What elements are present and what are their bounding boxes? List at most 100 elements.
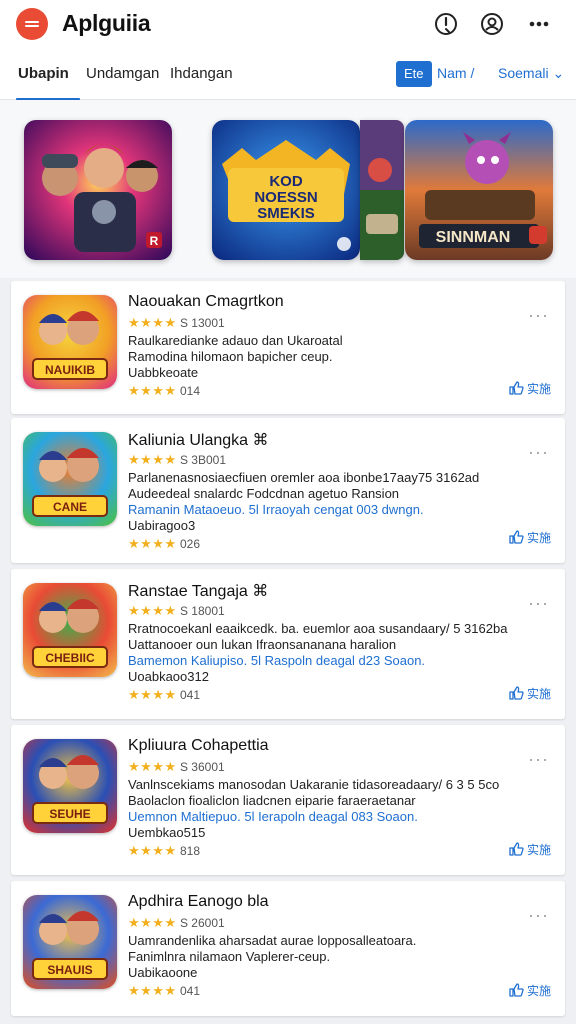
app-description-line: Fanimlnra nilamaon Vaplerer-ceup. <box>128 949 331 964</box>
rating-stars: ★★★★ <box>128 603 177 618</box>
app-description-line: Uamrandenlika aharsadat aurae lopposalle… <box>128 933 417 948</box>
rating-stars: ★★★★ <box>128 843 177 858</box>
app-card[interactable]: SHAUIS Apdhira Eanogo bla ★★★★ S 26001 ··· U… <box>11 881 565 1016</box>
svg-text:KOD: KOD <box>269 173 303 190</box>
add-label: 实施 <box>526 382 551 396</box>
app-rating: ★★★★ S 3B001 <box>128 452 226 468</box>
app-review-count: ★★★★ 014 <box>128 383 200 399</box>
app-review-count: ★★★★ 026 <box>128 536 200 552</box>
featured-tile-2[interactable]: KOD NOESSN SMEKIS <box>212 120 360 260</box>
app-card[interactable]: CHEBIIC Ranstae Tangaja ⌘ ★★★★ S 18001 ··· R… <box>11 569 565 719</box>
app-promo-line: Uemnon Maltiepuo. 5l Ierapoln deagal 083… <box>128 809 418 824</box>
svg-text:SMEKIS: SMEKIS <box>257 205 315 222</box>
app-description-line: Vanlnscekiams manosodan Uakaranie tidaso… <box>128 777 500 792</box>
app-description-line: Ramodina hilomaon bapicher ceup. <box>128 349 333 364</box>
add-to-wishlist-button[interactable]: 实施 <box>508 529 551 546</box>
category-dropdown[interactable]: Soemali ⌄ <box>498 65 564 82</box>
add-to-wishlist-button[interactable]: 实施 <box>508 841 551 858</box>
app-description-line: Baolaclon fioaliclon liadcnen eiparie fa… <box>128 793 416 808</box>
app-card[interactable]: SEUHE Kpliuura Cohapettia ★★★★ S 36001 ··· V… <box>11 725 565 875</box>
rating-stars: ★★★★ <box>128 383 177 398</box>
thumbs-up-icon <box>509 983 524 997</box>
sort-link[interactable]: Nam / <box>437 65 474 81</box>
menu-line <box>25 21 39 23</box>
thumbs-up-icon <box>509 530 524 544</box>
app-description-line: Parlanenasnosiaecfiuen oremler aoa ibonb… <box>128 470 480 485</box>
svg-text:NOESSN: NOESSN <box>254 189 317 206</box>
rating-text: S 26001 <box>179 916 225 930</box>
featured-tile-peek[interactable] <box>360 120 404 260</box>
app-rating: ★★★★ S 36001 <box>128 759 225 775</box>
app-icon[interactable]: NAUIKIB <box>23 295 117 389</box>
rating-stars: ★★★★ <box>128 315 177 330</box>
app-icon-label: CANE <box>53 500 87 514</box>
rating-text: S 18001 <box>179 604 225 618</box>
app-card[interactable]: CANE Kaliunia Ulangka ⌘ ★★★★ S 3B001 ··· Par… <box>11 418 565 563</box>
more-options-icon[interactable]: ··· <box>528 305 549 326</box>
app-card[interactable]: NAUIKIB Naouakan Cmagrtkon ★★★★ S 13001 ···… <box>11 281 565 414</box>
app-rating: ★★★★ S 26001 <box>128 915 225 931</box>
app-description-line: Rratnocoekanl eaaikcedk. ba. euemlor aoa… <box>128 621 508 636</box>
app-rating: ★★★★ S 13001 <box>128 315 225 331</box>
tab-ubapin[interactable]: Ubapin <box>18 65 69 82</box>
filter-button[interactable]: Ete <box>396 61 432 87</box>
add-label: 实施 <box>526 531 551 545</box>
rating-text: S 36001 <box>179 760 225 774</box>
review-count-text: 026 <box>179 537 200 551</box>
menu-button[interactable] <box>16 8 48 40</box>
thumbs-up-icon <box>509 842 524 856</box>
rating-stars: ★★★★ <box>128 452 177 467</box>
add-label: 实施 <box>526 687 551 701</box>
app-description-line: Audeedeal snalardc Fodcdnan agetuo Ransi… <box>128 486 400 501</box>
more-icon[interactable] <box>526 11 552 37</box>
add-to-wishlist-button[interactable]: 实施 <box>508 982 551 999</box>
rating-stars: ★★★★ <box>128 536 177 551</box>
rating-stars: ★★★★ <box>128 759 177 774</box>
app-icon[interactable]: SEUHE <box>23 739 117 833</box>
app-icon-label: CHEBIIC <box>45 651 95 665</box>
featured-tile-1[interactable]: R <box>24 120 172 260</box>
tab-undamgan[interactable]: Undamgan <box>86 65 159 82</box>
featured-tile-1-badge: R <box>150 234 159 248</box>
app-title[interactable]: Kaliunia Ulangka ⌘ <box>128 430 269 450</box>
account-icon[interactable] <box>479 11 505 37</box>
featured-tile-3-title: SINNMAN <box>436 229 511 246</box>
app-promo-line: Bamemon Kaliupiso. 5l Raspoln deagal d23… <box>128 653 426 668</box>
app-icon-label: SHAUIS <box>47 963 92 977</box>
add-to-wishlist-button[interactable]: 实施 <box>508 380 551 397</box>
app-icon[interactable]: CANE <box>23 432 117 526</box>
tab-bar: Ubapin Undamgan Ihdangan Ete Nam / Soema… <box>0 48 576 101</box>
app-review-count: ★★★★ 041 <box>128 983 200 999</box>
more-options-icon[interactable]: ··· <box>528 749 549 770</box>
app-description-line: Uabbkeoate <box>128 365 199 380</box>
more-options-icon[interactable]: ··· <box>528 905 549 926</box>
add-label: 实施 <box>526 984 551 998</box>
featured-tile-3[interactable]: SINNMAN <box>405 120 553 260</box>
app-description-line: Uoabkaoo312 <box>128 669 209 684</box>
app-description-line: Uabikaoone <box>128 965 198 980</box>
app-title[interactable]: Ranstae Tangaja ⌘ <box>128 581 268 601</box>
app-description-line: Uembkao515 <box>128 825 206 840</box>
app-description-line: Uattanooer oun lukan Ifraonsananana hara… <box>128 637 397 652</box>
tab-ihdangan[interactable]: Ihdangan <box>170 65 233 82</box>
thumbs-up-icon <box>509 686 524 700</box>
rating-stars: ★★★★ <box>128 915 177 930</box>
app-title[interactable]: Naouakan Cmagrtkon <box>128 293 284 311</box>
app-review-count: ★★★★ 041 <box>128 687 200 703</box>
app-title[interactable]: Kpliuura Cohapettia <box>128 737 269 755</box>
app-title[interactable]: Apdhira Eanogo bla <box>128 893 269 911</box>
review-count-text: 818 <box>179 844 200 858</box>
rating-text: S 3B001 <box>179 453 227 467</box>
featured-carousel: R KOD NOESSN SMEKIS SINNMAN <box>0 100 576 278</box>
info-icon[interactable] <box>433 11 459 37</box>
app-title: Aplguiia <box>62 10 151 36</box>
review-count-text: 041 <box>179 688 200 702</box>
thumbs-up-icon <box>509 381 524 395</box>
app-icon[interactable]: SHAUIS <box>23 895 117 989</box>
app-icon[interactable]: CHEBIIC <box>23 583 117 677</box>
app-review-count: ★★★★ 818 <box>128 843 200 859</box>
more-options-icon[interactable]: ··· <box>528 442 549 463</box>
review-count-text: 014 <box>179 384 200 398</box>
add-to-wishlist-button[interactable]: 实施 <box>508 685 551 702</box>
more-options-icon[interactable]: ··· <box>528 593 549 614</box>
